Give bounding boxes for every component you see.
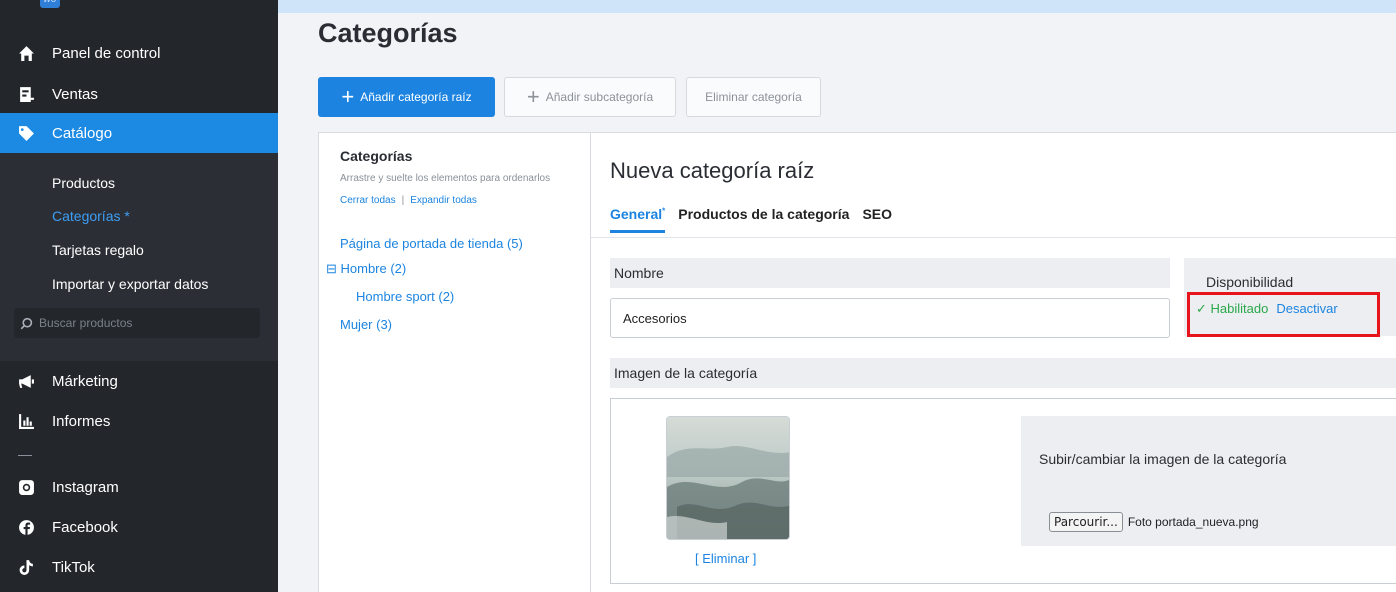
nav-label: TikTok (52, 558, 95, 576)
image-label: Imagen de la categoría (610, 358, 1396, 388)
tab-divider (591, 237, 1396, 238)
button-label: Eliminar categoría (705, 90, 802, 104)
editor-tabs: General* Productos de la categoría SEO (610, 206, 905, 233)
tree-links: Cerrar todas | Expandir todas (340, 195, 477, 206)
chart-icon (0, 413, 52, 430)
add-subcategory-button[interactable]: + Añadir subcategoría (504, 77, 676, 117)
category-panel: Categorías Arrastre y suelte los element… (318, 132, 1396, 592)
file-name: Foto portada_nueva.png (1127, 515, 1259, 529)
tab-seo[interactable]: SEO (862, 206, 892, 233)
submenu-productos[interactable]: Productos (52, 175, 115, 191)
facebook-icon (0, 519, 52, 536)
nav-label: Informes (52, 412, 111, 430)
browse-file-button[interactable]: Parcourir... (1049, 512, 1123, 532)
tree-title: Categorías (340, 148, 413, 164)
instagram-icon (0, 479, 52, 496)
availability-title: Disponibilidad (1206, 274, 1294, 290)
tab-general[interactable]: General* (610, 206, 666, 233)
button-label: Añadir categoría raíz (360, 90, 472, 104)
category-name-input[interactable] (610, 298, 1170, 338)
submenu-categorias[interactable]: Categorías * (52, 208, 130, 224)
upload-title: Subir/cambiar la imagen de la categoría (1039, 451, 1287, 467)
page-title: Categorías (318, 18, 458, 48)
editor-title: Nueva categoría raíz (610, 158, 815, 183)
image-section: [ Eliminar ] Subir/cambiar la imagen de … (610, 398, 1396, 584)
tree-node-hombre-sport[interactable]: Hombre sport (2) (356, 289, 454, 304)
link-separator: | (401, 195, 405, 206)
submenu-importar-exportar[interactable]: Importar y exportar datos (52, 276, 208, 292)
tree-node-hombre[interactable]: ⊟ Hombre (2) (326, 261, 406, 277)
delete-category-button[interactable]: Eliminar categoría (686, 77, 821, 117)
category-tree: Categorías Arrastre y suelte los element… (319, 133, 591, 592)
add-root-category-button[interactable]: + Añadir categoría raíz (318, 77, 495, 117)
expand-all-link[interactable]: Expandir todas (410, 195, 477, 206)
sales-icon (0, 86, 52, 103)
nav-label: Ventas (52, 85, 98, 103)
button-label: Añadir subcategoría (545, 90, 654, 104)
megaphone-icon (0, 373, 52, 390)
logo: wo (40, 0, 60, 8)
submenu-tarjetas-regalo[interactable]: Tarjetas regalo (52, 242, 144, 258)
file-picker: Parcourir... Foto portada_nueva.png (1049, 512, 1259, 532)
nav-item-ventas[interactable]: Ventas (0, 74, 278, 114)
nav-item-instagram[interactable]: Instagram (0, 467, 278, 507)
tree-hint: Arrastre y suelte los elementos para ord… (340, 173, 551, 184)
collapse-all-link[interactable]: Cerrar todas (340, 195, 396, 206)
highlight-box (1187, 292, 1380, 337)
nav-label: Instagram (52, 478, 119, 496)
tab-productos[interactable]: Productos de la categoría (678, 206, 849, 233)
nav-label: Panel de control (52, 44, 161, 62)
plus-icon: + (341, 84, 355, 109)
plus-icon: + (526, 84, 540, 109)
search-input[interactable] (39, 316, 239, 330)
nav-item-panel[interactable]: Panel de control (0, 33, 278, 73)
sidebar-divider (18, 455, 32, 456)
nav-item-tiktok[interactable]: TikTok (0, 547, 278, 587)
tree-node-portada[interactable]: Página de portada de tienda (5) (340, 236, 523, 251)
search-icon (20, 317, 33, 329)
home-icon (0, 45, 52, 62)
top-bar (278, 0, 1396, 13)
tiktok-icon (0, 559, 52, 576)
name-label: Nombre (610, 258, 1170, 288)
tag-icon (0, 125, 52, 142)
category-image-thumbnail (666, 416, 790, 540)
nav-item-marketing[interactable]: Márketing (0, 361, 278, 401)
upload-box: Subir/cambiar la imagen de la categoría … (1021, 416, 1396, 546)
nav-label: Facebook (52, 518, 118, 536)
category-editor: Nueva categoría raíz General* Productos … (591, 133, 1396, 592)
nav-label: Márketing (52, 372, 118, 390)
nav-label: Catálogo (52, 124, 113, 142)
product-search[interactable] (14, 308, 260, 338)
nav-item-catalogo[interactable]: Catálogo (0, 113, 278, 153)
delete-image-link[interactable]: [ Eliminar ] (695, 551, 756, 566)
sidebar: wo Panel de control Ventas Catálogo Prod… (0, 0, 278, 592)
nav-item-informes[interactable]: Informes (0, 401, 278, 441)
tree-node-mujer[interactable]: Mujer (3) (340, 317, 392, 332)
nav-item-facebook[interactable]: Facebook (0, 507, 278, 547)
